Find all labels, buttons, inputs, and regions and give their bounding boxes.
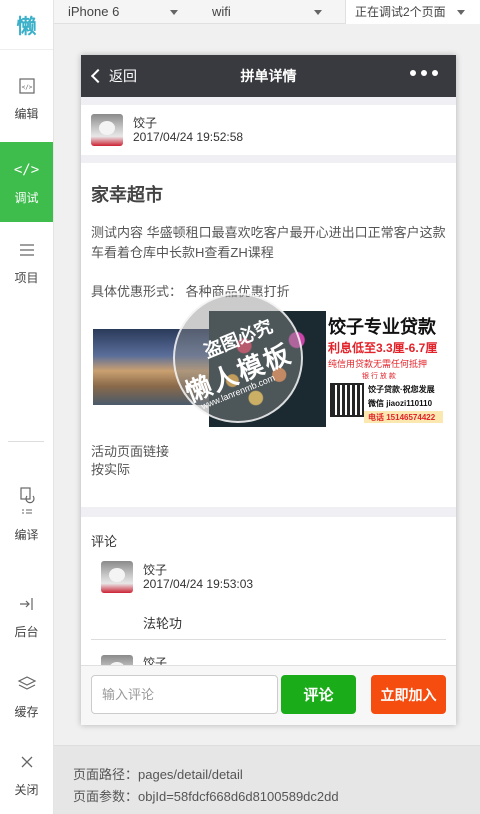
app-logo: 懒 bbox=[0, 0, 53, 50]
compile-icon bbox=[16, 484, 38, 518]
ad-subtitle: 纯信用贷款无需任何抵押 bbox=[328, 359, 428, 369]
sidebar-item-label: 编译 bbox=[14, 527, 39, 542]
sidebar-item-label: 调试 bbox=[14, 190, 39, 205]
svg-text:</>: </> bbox=[21, 84, 32, 91]
ad-image[interactable]: 饺子专业贷款 利息低至3.3厘-6.7厘 纯信用贷款无需任何抵押 银 行 放 款… bbox=[326, 311, 443, 427]
sidebar-item-label: 项目 bbox=[14, 270, 39, 285]
ad-title: 饺子专业贷款 bbox=[328, 317, 436, 337]
chevron-down-icon bbox=[314, 10, 322, 15]
sidebar-item-debug[interactable]: </> 调试 bbox=[0, 142, 53, 222]
sidebar-item-project[interactable]: 项目 bbox=[0, 222, 53, 302]
poster-time: 2017/04/24 19:52:58 bbox=[133, 130, 244, 144]
sidebar: 懒 </> 编辑 </> 调试 项目 编译 后台 缓存 关闭 bbox=[0, 0, 54, 814]
ad-line: 微信 jiaozi110110 bbox=[368, 399, 433, 408]
shop-title: 家幸超市 bbox=[91, 185, 163, 205]
chevron-down-icon bbox=[170, 10, 178, 15]
nav-bar: 返回 拼单详情 bbox=[81, 55, 456, 97]
page-title: 拼单详情 bbox=[240, 68, 297, 84]
chevron-down-icon bbox=[457, 10, 465, 15]
debug-pages-label: 正在调试2个页面 bbox=[355, 5, 446, 19]
logo-glyph: 懒 bbox=[16, 16, 37, 38]
comment-time: 2017/04/24 19:53:03 bbox=[143, 577, 254, 591]
sidebar-item-compile[interactable]: 编译 bbox=[0, 468, 53, 558]
device-select-label: iPhone 6 bbox=[68, 4, 120, 19]
sidebar-item-label: 缓存 bbox=[14, 704, 39, 719]
sidebar-divider bbox=[8, 441, 44, 442]
page-info-footer: 页面路径：pages/detail/detail 页面参数：objId=58fd… bbox=[54, 745, 480, 814]
avatar bbox=[91, 114, 123, 146]
sidebar-item-edit[interactable]: </> 编辑 bbox=[0, 58, 53, 138]
sidebar-item-cache[interactable]: 缓存 bbox=[0, 656, 53, 736]
sidebar-item-backend[interactable]: 后台 bbox=[0, 576, 53, 656]
comment-user: 饺子 bbox=[143, 563, 168, 577]
page-params: 页面参数：objId=58fdcf668d6d8100589dc2dd bbox=[73, 789, 339, 804]
code-icon: </> bbox=[13, 161, 40, 178]
close-icon bbox=[16, 751, 38, 773]
activity-link-label: 活动页面链接 bbox=[91, 444, 170, 459]
device-select[interactable]: iPhone 6 bbox=[68, 0, 198, 24]
join-button[interactable]: 立即加入 bbox=[371, 675, 446, 714]
comments-title: 评论 bbox=[91, 534, 118, 549]
code-file-icon: </> bbox=[16, 75, 38, 97]
sidebar-item-label: 关闭 bbox=[14, 782, 39, 797]
promo-label: 具体优惠形式： bbox=[91, 284, 183, 299]
backend-icon bbox=[16, 593, 38, 615]
shop-content: 测试内容 华盛顿租口最喜欢吃客户最开心进出口正常客户这款车看着仓库中长款H查看Z… bbox=[91, 225, 446, 260]
avatar bbox=[101, 561, 133, 593]
layers-icon bbox=[16, 673, 38, 695]
ad-line: 电话 15146574422 bbox=[368, 413, 436, 422]
network-select-label: wifi bbox=[212, 4, 231, 19]
comment-text: 法轮功 bbox=[143, 616, 183, 631]
watermark-stamp: 盗图必究 懒人模板 www.lanrenmb.com bbox=[173, 293, 303, 423]
avatar bbox=[101, 655, 133, 665]
comment-button[interactable]: 评论 bbox=[281, 675, 356, 714]
menu-icon bbox=[16, 239, 38, 261]
comment-bar: 评论 立即加入 bbox=[81, 665, 456, 725]
ad-bank-note: 银 行 放 款 bbox=[362, 373, 396, 380]
more-icon[interactable] bbox=[410, 70, 438, 76]
page-path: 页面路径：pages/detail/detail bbox=[73, 767, 243, 782]
ad-rate: 利息低至3.3厘-6.7厘 bbox=[328, 341, 438, 355]
comment-user: 饺子 bbox=[143, 656, 168, 665]
sidebar-item-close[interactable]: 关闭 bbox=[0, 734, 53, 814]
poster-name: 饺子 bbox=[133, 116, 158, 130]
sidebar-item-label: 后台 bbox=[14, 624, 39, 639]
toolbar: iPhone 6 wifi 正在调试2个页面 bbox=[54, 0, 480, 24]
sidebar-item-label: 编辑 bbox=[14, 106, 39, 121]
phone-simulator: 返回 拼单详情 饺子 2017/04/24 19:52:58 家幸超市 测试内容… bbox=[81, 55, 456, 725]
qr-code-icon bbox=[330, 383, 364, 417]
comments-card: 评论 饺子 2017/04/24 19:53:03 法轮功 饺子 bbox=[81, 517, 456, 665]
shop-card: 家幸超市 测试内容 华盛顿租口最喜欢吃客户最开心进出口正常客户这款车看着仓库中长… bbox=[81, 163, 456, 507]
comment-divider bbox=[91, 639, 446, 640]
poster-card: 饺子 2017/04/24 19:52:58 bbox=[81, 105, 456, 155]
page-content[interactable]: 饺子 2017/04/24 19:52:58 家幸超市 测试内容 华盛顿租口最喜… bbox=[81, 97, 456, 665]
ad-line: 饺子贷款·祝您发展 bbox=[368, 385, 435, 394]
activity-link-value: 按实际 bbox=[91, 462, 131, 477]
comment-input[interactable] bbox=[91, 675, 278, 714]
ide-window: 懒 </> 编辑 </> 调试 项目 编译 后台 缓存 关闭 iPhone 6 … bbox=[0, 0, 480, 814]
